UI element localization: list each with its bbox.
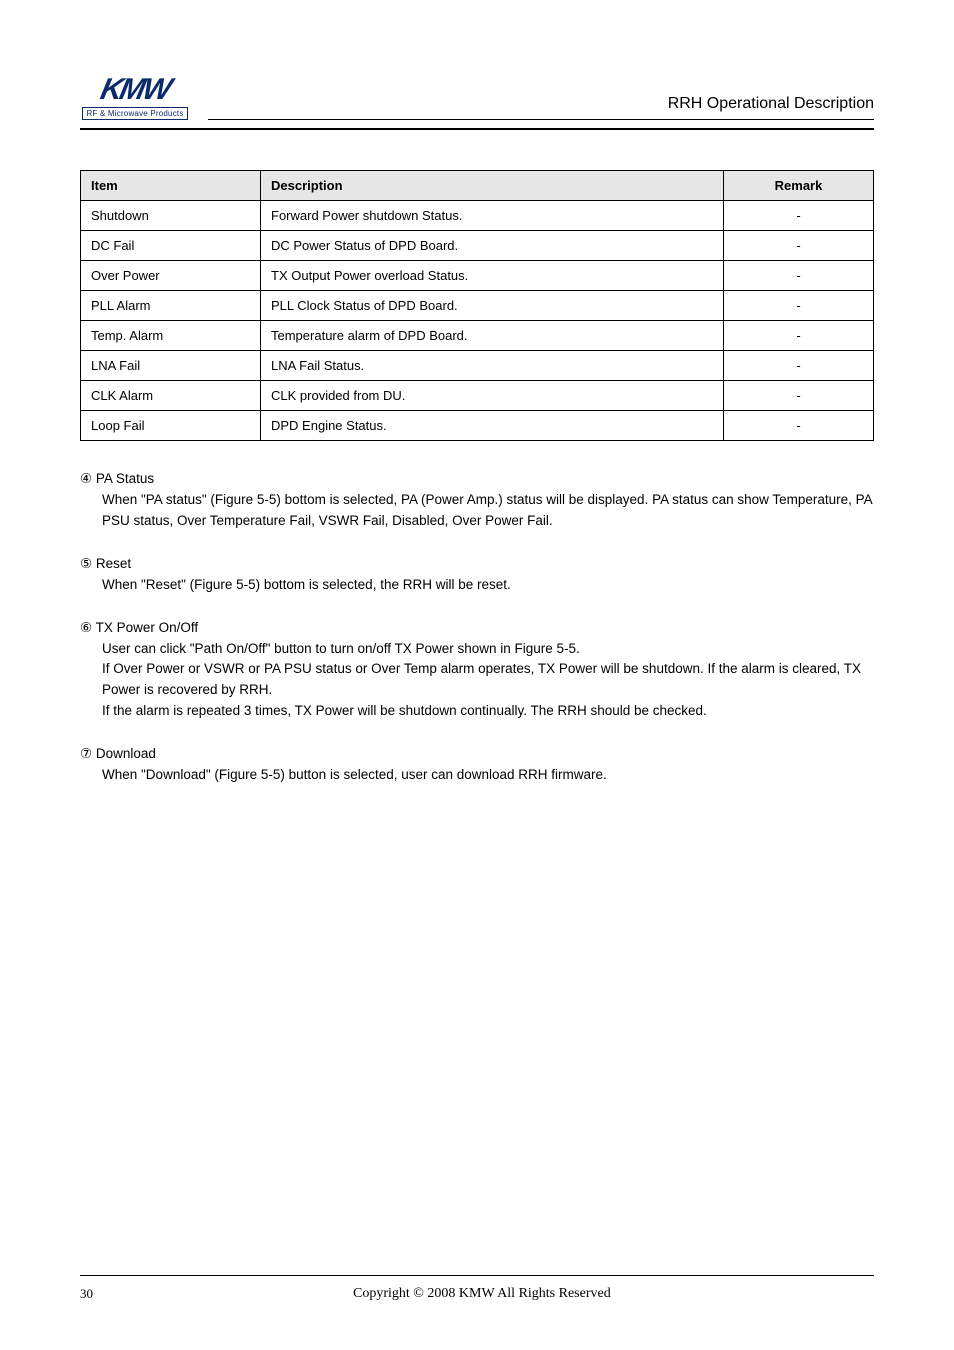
copyright: Copyright © 2008 KMW All Rights Reserved xyxy=(353,1286,611,1302)
section-num: ⑥ xyxy=(80,620,92,635)
table-row: LNA Fail LNA Fail Status. - xyxy=(81,351,874,381)
footer-spacer xyxy=(871,1286,874,1302)
table-row: Shutdown Forward Power shutdown Status. … xyxy=(81,201,874,231)
col-remark: Remark xyxy=(724,171,874,201)
section-body: When "Reset" (Figure 5-5) bottom is sele… xyxy=(102,575,874,596)
section-num: ⑦ xyxy=(80,746,92,761)
cell-item: Temp. Alarm xyxy=(81,321,261,351)
cell-item: Shutdown xyxy=(81,201,261,231)
table-row: Loop Fail DPD Engine Status. - xyxy=(81,411,874,441)
section-title: PA Status xyxy=(96,471,154,486)
header-rule xyxy=(80,128,874,130)
cell-remark: - xyxy=(724,201,874,231)
table-row: PLL Alarm PLL Clock Status of DPD Board.… xyxy=(81,291,874,321)
cell-remark: - xyxy=(724,411,874,441)
col-item: Item xyxy=(81,171,261,201)
section-heading: ④ PA Status xyxy=(80,469,874,490)
section-heading: ⑦ Download xyxy=(80,744,874,765)
logo-subtitle: RF & Microwave Products xyxy=(82,107,187,120)
header: KMW RF & Microwave Products RRH Operatio… xyxy=(80,50,874,120)
section-body: When "PA status" (Figure 5-5) bottom is … xyxy=(102,490,874,532)
page-number: 30 xyxy=(80,1286,93,1302)
logo: KMW RF & Microwave Products xyxy=(80,50,190,120)
section-num: ④ xyxy=(80,471,92,486)
logo-wordmark: KMW xyxy=(101,75,170,105)
cell-remark: - xyxy=(724,351,874,381)
cell-desc: DPD Engine Status. xyxy=(261,411,724,441)
table-row: Over Power TX Output Power overload Stat… xyxy=(81,261,874,291)
section-title: TX Power On/Off xyxy=(96,620,199,635)
cell-item: PLL Alarm xyxy=(81,291,261,321)
section-num: ⑤ xyxy=(80,556,92,571)
section-body: When "Download" (Figure 5-5) button is s… xyxy=(102,765,874,786)
cell-item: CLK Alarm xyxy=(81,381,261,411)
table-row: DC Fail DC Power Status of DPD Board. - xyxy=(81,231,874,261)
table-row: CLK Alarm CLK provided from DU. - xyxy=(81,381,874,411)
section-heading: ⑥ TX Power On/Off xyxy=(80,618,874,639)
cell-item: Loop Fail xyxy=(81,411,261,441)
section-title: Download xyxy=(96,746,156,761)
cell-remark: - xyxy=(724,381,874,411)
footer: 30 Copyright © 2008 KMW All Rights Reser… xyxy=(80,1275,874,1302)
section-4: ④ PA Status When "PA status" (Figure 5-5… xyxy=(80,469,874,532)
section-title: Reset xyxy=(96,556,131,571)
table-header-row: Item Description Remark xyxy=(81,171,874,201)
col-description: Description xyxy=(261,171,724,201)
cell-desc: TX Output Power overload Status. xyxy=(261,261,724,291)
cell-item: DC Fail xyxy=(81,231,261,261)
table-row: Temp. Alarm Temperature alarm of DPD Boa… xyxy=(81,321,874,351)
cell-desc: CLK provided from DU. xyxy=(261,381,724,411)
cell-remark: - xyxy=(724,291,874,321)
cell-desc: DC Power Status of DPD Board. xyxy=(261,231,724,261)
cell-desc: PLL Clock Status of DPD Board. xyxy=(261,291,724,321)
cell-desc: Forward Power shutdown Status. xyxy=(261,201,724,231)
doc-title: RRH Operational Description xyxy=(208,95,874,120)
cell-desc: LNA Fail Status. xyxy=(261,351,724,381)
section-heading: ⑤ Reset xyxy=(80,554,874,575)
cell-remark: - xyxy=(724,231,874,261)
cell-remark: - xyxy=(724,321,874,351)
cell-remark: - xyxy=(724,261,874,291)
section-5: ⑤ Reset When "Reset" (Figure 5-5) bottom… xyxy=(80,554,874,596)
cell-desc: Temperature alarm of DPD Board. xyxy=(261,321,724,351)
section-7: ⑦ Download When "Download" (Figure 5-5) … xyxy=(80,744,874,786)
cell-item: Over Power xyxy=(81,261,261,291)
section-body-2: If Over Power or VSWR or PA PSU status o… xyxy=(102,659,874,701)
section-6: ⑥ TX Power On/Off User can click "Path O… xyxy=(80,618,874,723)
body: ④ PA Status When "PA status" (Figure 5-5… xyxy=(80,469,874,786)
spec-table: Item Description Remark Shutdown Forward… xyxy=(80,170,874,441)
section-body-3: If the alarm is repeated 3 times, TX Pow… xyxy=(102,701,874,722)
cell-item: LNA Fail xyxy=(81,351,261,381)
section-body-1: User can click "Path On/Off" button to t… xyxy=(102,639,874,660)
spec-table-wrap: Item Description Remark Shutdown Forward… xyxy=(80,170,874,441)
footer-rule xyxy=(80,1275,874,1276)
